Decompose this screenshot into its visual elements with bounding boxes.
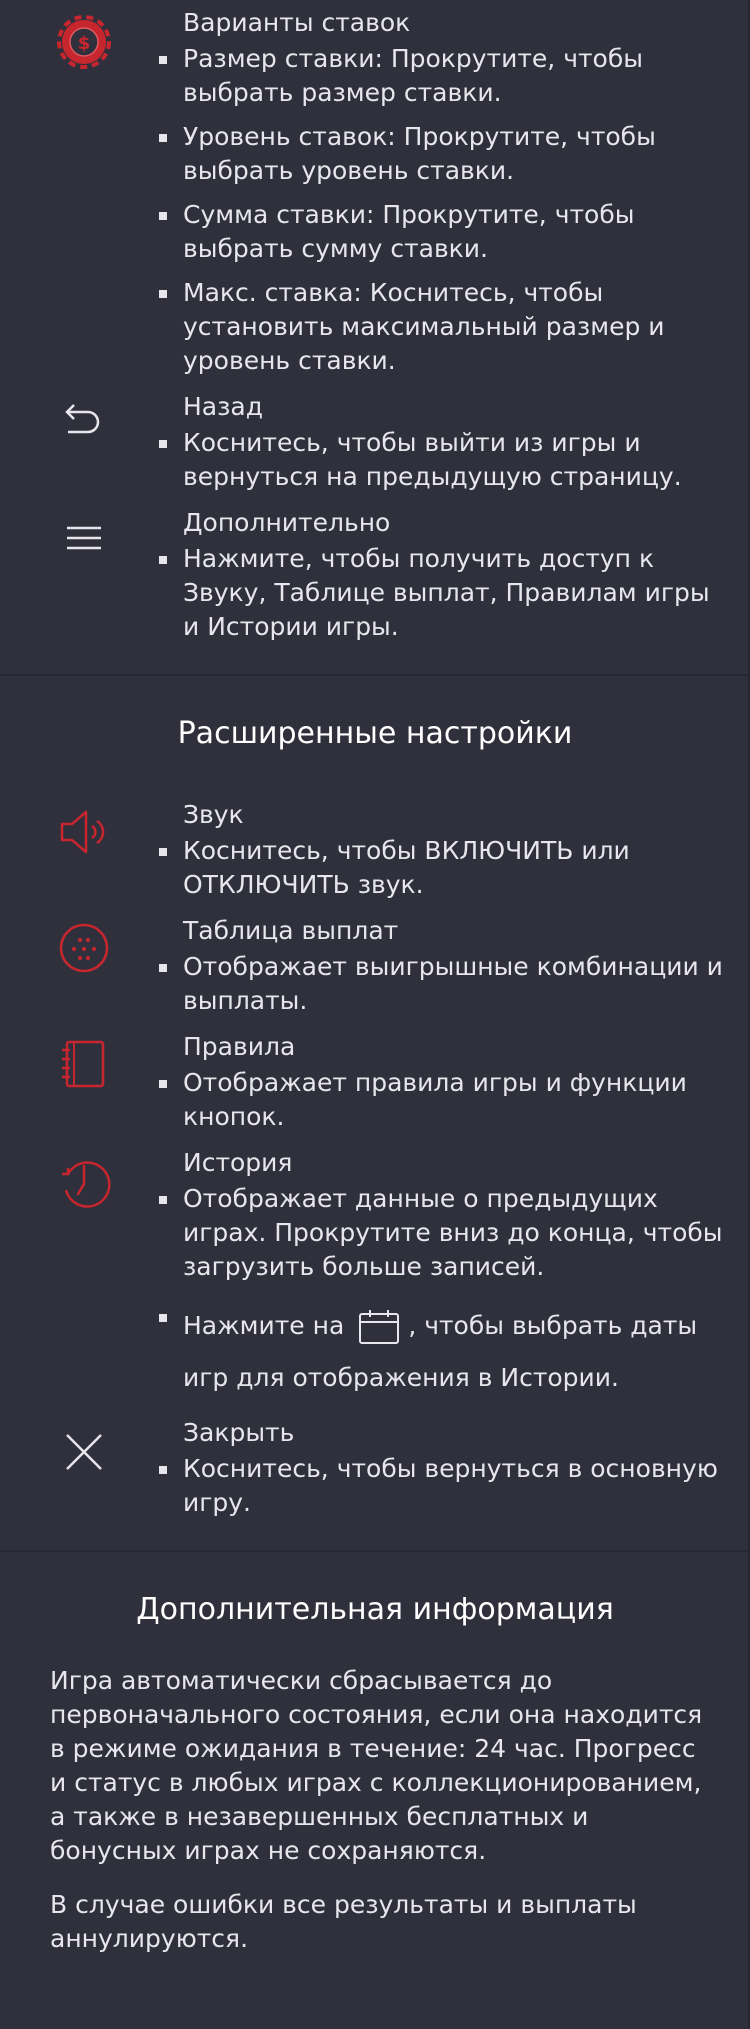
additional-section: Дополнительная информация Игра автоматич… (0, 1552, 750, 1956)
list-item: Нажмите, чтобы получить доступ к Звуку, … (159, 542, 730, 644)
rules-title: Правила (183, 1032, 296, 1061)
paytable-list: Отображает выигрышные комбинации и выпла… (159, 950, 730, 1018)
list-item: Сумма ставки: Прокрутите, чтобы выбрать … (159, 198, 730, 266)
rules-list: Отображает правила игры и функции кнопок… (159, 1066, 730, 1134)
close-title: Закрыть (183, 1418, 295, 1447)
calendar-text-before: Нажмите на (183, 1311, 345, 1340)
advanced-section: Расширенные настройки Звук Коснитесь, чт… (0, 676, 750, 1520)
close-item: Закрыть Коснитесь, чтобы вернуться в осн… (0, 1416, 750, 1520)
list-item: Отображает данные о предыдущих играх. Пр… (159, 1182, 730, 1284)
list-item: Отображает правила игры и функции кнопок… (159, 1066, 730, 1134)
bet-options-item: $ Варианты ставок Размер ставки: Прокрут… (0, 6, 750, 378)
info-paragraph: В случае ошибки все результаты и выплаты… (50, 1890, 637, 1953)
history-item: История Отображает данные о предыдущих и… (0, 1146, 750, 1404)
paytable-item: Таблица выплат Отображает выигрышные ком… (0, 914, 750, 1018)
calendar-icon[interactable] (358, 1309, 400, 1345)
menu-icon (54, 508, 114, 568)
list-item: Отображает выигрышные комбинации и выпла… (159, 950, 730, 1018)
speaker-icon (54, 802, 114, 862)
sound-title: Звук (183, 800, 244, 829)
bet-options-title: Варианты ставок (183, 8, 411, 37)
info-paragraph: Игра автоматически сбрасывается до перво… (50, 1666, 703, 1865)
svg-text:$: $ (78, 33, 91, 54)
sound-list: Коснитесь, чтобы ВКЛЮЧИТЬ или ОТКЛЮЧИТЬ … (159, 834, 730, 902)
list-item-calendar: Нажмите на, чтобы выбрать даты игр для о… (159, 1300, 730, 1404)
history-list: Отображает данные о предыдущих играх. Пр… (159, 1182, 730, 1404)
more-list: Нажмите, чтобы получить доступ к Звуку, … (159, 542, 730, 644)
close-list: Коснитесь, чтобы вернуться в основную иг… (159, 1452, 730, 1520)
list-item: Коснитесь, чтобы вернуться в основную иг… (159, 1452, 730, 1520)
paytable-title: Таблица выплат (183, 916, 399, 945)
more-title: Дополнительно (183, 508, 391, 537)
list-item: Размер ставки: Прокрутите, чтобы выбрать… (159, 42, 730, 110)
back-title: Назад (183, 392, 264, 421)
rules-item: Правила Отображает правила игры и функци… (0, 1030, 750, 1134)
history-title: История (183, 1148, 293, 1177)
list-item: Коснитесь, чтобы выйти из игры и вернуть… (159, 426, 730, 494)
bet-chip-icon: $ (54, 12, 114, 72)
back-item: Назад Коснитесь, чтобы выйти из игры и в… (0, 390, 750, 494)
help-page: $ Варианты ставок Размер ставки: Прокрут… (0, 0, 750, 2029)
bet-options-list: Размер ставки: Прокрутите, чтобы выбрать… (159, 42, 730, 378)
close-icon (54, 1422, 114, 1482)
list-item: Уровень ставок: Прокрутите, чтобы выбрат… (159, 120, 730, 188)
controls-section: $ Варианты ставок Размер ставки: Прокрут… (0, 0, 750, 644)
list-item: Макс. ставка: Коснитесь, чтобы установит… (159, 276, 730, 378)
advanced-title: Расширенные настройки (177, 716, 573, 751)
back-list: Коснитесь, чтобы выйти из игры и вернуть… (159, 426, 730, 494)
paytable-icon (54, 918, 114, 978)
notebook-icon (54, 1034, 114, 1094)
back-arrow-icon (54, 390, 114, 450)
sound-item: Звук Коснитесь, чтобы ВКЛЮЧИТЬ или ОТКЛЮ… (0, 798, 750, 902)
more-item: Дополнительно Нажмите, чтобы получить до… (0, 506, 750, 644)
list-item: Коснитесь, чтобы ВКЛЮЧИТЬ или ОТКЛЮЧИТЬ … (159, 834, 730, 902)
additional-title: Дополнительная информация (136, 1592, 614, 1627)
history-clock-icon (54, 1152, 114, 1212)
